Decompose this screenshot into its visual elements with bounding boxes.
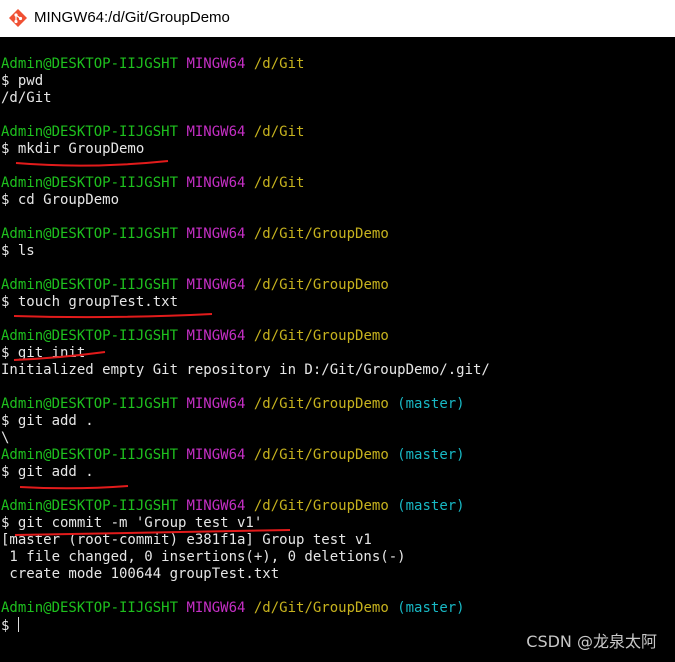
- underline-mkdir: [15, 160, 169, 167]
- underline-git-commit: [14, 529, 291, 536]
- csdn-watermark: CSDN @龙泉太阿: [526, 632, 657, 651]
- underline-touch: [13, 313, 213, 319]
- underline-git-init: [13, 351, 106, 361]
- underline-git-add: [19, 485, 129, 490]
- red-underline-annotations: [13, 160, 291, 536]
